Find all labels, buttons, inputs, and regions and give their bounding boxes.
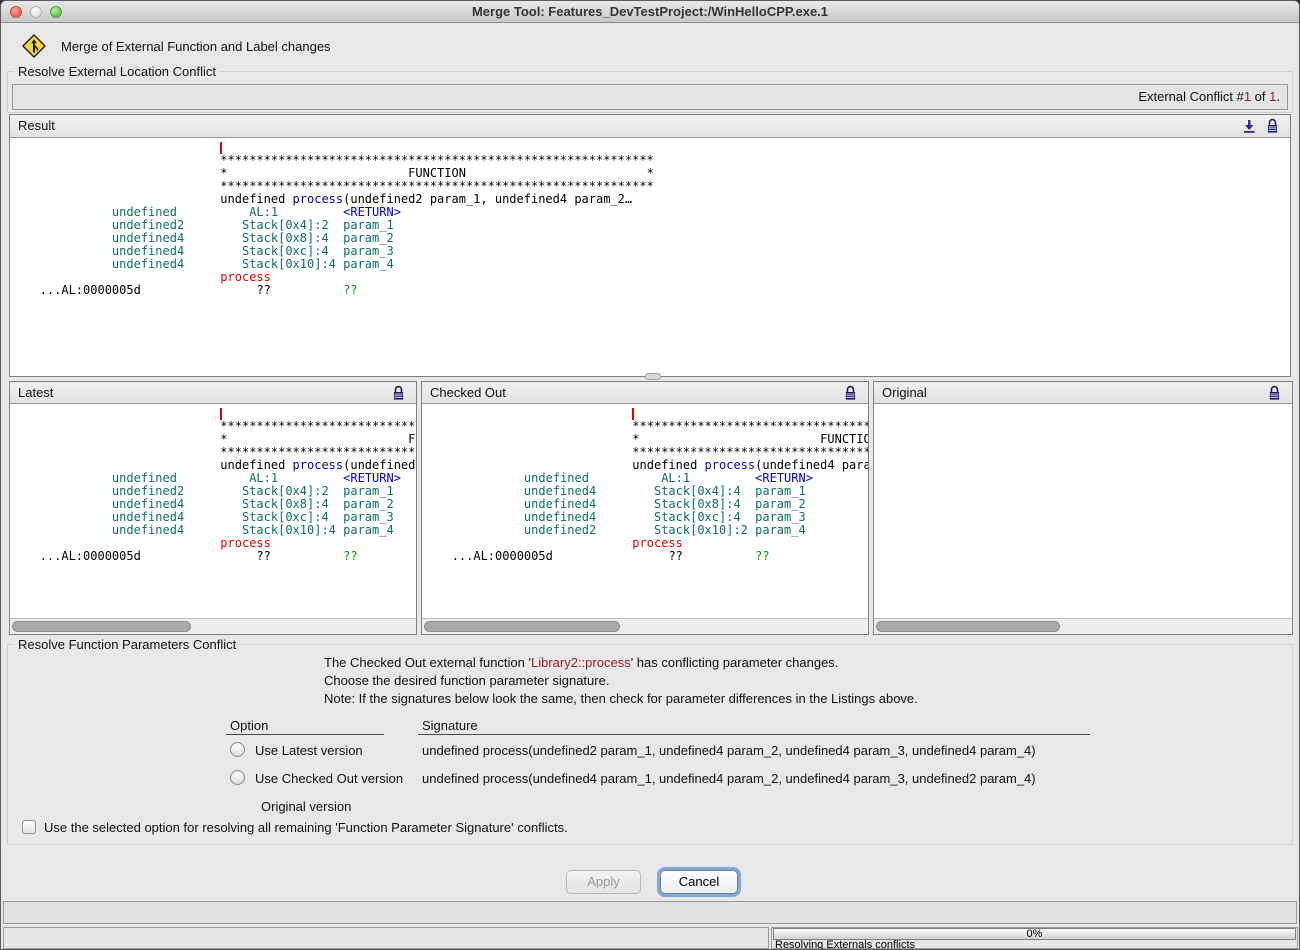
- result-panel: Result: [9, 114, 1291, 377]
- horizontal-scrollbar[interactable]: [874, 618, 1292, 634]
- scrollbar-thumb[interactable]: [424, 621, 620, 632]
- scrollbar-thumb[interactable]: [876, 621, 1060, 632]
- panel-title: Checked Out: [430, 385, 506, 400]
- conflict-counter: External Conflict #1 of 1.: [12, 84, 1288, 110]
- progress-task-label: Resolving Externals conflicts: [775, 940, 915, 950]
- listing-checked-out[interactable]: ****************************************…: [422, 404, 868, 618]
- close-button[interactable]: [10, 6, 22, 18]
- counter-text: External Conflict #: [1138, 89, 1244, 104]
- latest-panel: Latest *********************************…: [9, 381, 417, 635]
- signature-header-underline: [418, 734, 1090, 735]
- listing-original[interactable]: [874, 404, 1292, 618]
- radio-use-checked-out-version[interactable]: [230, 770, 245, 785]
- conflict-info-line-2: Choose the desired function parameter si…: [324, 673, 609, 688]
- listing-result[interactable]: ****************************************…: [10, 138, 1290, 376]
- counter-mid: of: [1251, 89, 1269, 104]
- original-panel: Original: [873, 381, 1293, 635]
- option-signature: undefined process(undefined4 param_1, un…: [422, 771, 1036, 786]
- panel-title: Latest: [18, 385, 53, 400]
- panel-title: Result: [18, 118, 55, 133]
- option-header-underline: [226, 734, 384, 735]
- window-controls: [10, 6, 62, 18]
- conflict-info-line-1: The Checked Out external function 'Libra…: [324, 655, 838, 670]
- titlebar[interactable]: Merge Tool: Features_DevTestProject:/Win…: [1, 1, 1299, 23]
- checked-out-panel: Checked Out ****************************…: [421, 381, 869, 635]
- option-row: Use Latest version undefined process(unde…: [8, 741, 1292, 761]
- window-title: Merge Tool: Features_DevTestProject:/Win…: [1, 1, 1299, 23]
- group-title: Resolve Function Parameters Conflict: [14, 637, 240, 652]
- panel-title: Original: [882, 385, 927, 400]
- option-signature: undefined process(undefined2 param_1, un…: [422, 743, 1036, 758]
- use-for-all-checkbox[interactable]: [22, 820, 36, 834]
- horizontal-scrollbar[interactable]: [10, 618, 416, 634]
- info-text: ' has conflicting parameter changes.: [631, 655, 839, 670]
- group-title: Resolve External Location Conflict: [14, 64, 220, 79]
- splitter-handle[interactable]: [645, 373, 661, 380]
- use-for-all-label: Use the selected option for resolving al…: [44, 820, 568, 835]
- phase-label: Merge of External Function and Label cha…: [61, 39, 331, 54]
- conflicting-function-name: Library2::process: [531, 655, 631, 670]
- merge-phase-header: Merge of External Function and Label cha…: [21, 33, 331, 59]
- status-area: [3, 927, 769, 949]
- resolve-external-location-group: Resolve External Location Conflict Exter…: [7, 71, 1293, 113]
- conflict-info-line-3: Note: If the signatures below look the s…: [324, 691, 918, 706]
- merge-tool-window: Merge Tool: Features_DevTestProject:/Win…: [0, 0, 1300, 950]
- counter-post: .: [1276, 89, 1280, 104]
- counter-current: 1: [1244, 89, 1251, 104]
- scroll-to-conflict-icon[interactable]: [1241, 118, 1257, 134]
- resolve-function-parameters-group: Resolve Function Parameters Conflict The…: [7, 644, 1293, 845]
- horizontal-scrollbar[interactable]: [422, 618, 868, 634]
- cancel-button[interactable]: Cancel: [660, 870, 738, 894]
- option-label[interactable]: Use Checked Out version: [255, 771, 403, 786]
- option-row: Original version: [8, 797, 1292, 817]
- option-row: Use Checked Out version undefined process…: [8, 769, 1292, 789]
- message-bar: [3, 901, 1297, 924]
- option-column-header: Option: [230, 718, 268, 733]
- option-label[interactable]: Use Latest version: [255, 743, 363, 758]
- lock-icon[interactable]: [843, 385, 859, 401]
- info-text: The Checked Out external function ': [324, 655, 531, 670]
- progress-area: 0% Resolving Externals conflicts: [771, 927, 1298, 949]
- latest-panel-header: Latest: [10, 382, 416, 404]
- checked-out-panel-header: Checked Out: [422, 382, 868, 404]
- minimize-button[interactable]: [30, 6, 42, 18]
- listing-latest[interactable]: ****************************************…: [10, 404, 416, 618]
- lock-icon[interactable]: [1265, 118, 1281, 134]
- radio-use-latest-version[interactable]: [230, 742, 245, 757]
- original-panel-header: Original: [874, 382, 1292, 404]
- apply-button[interactable]: Apply: [566, 870, 641, 894]
- lock-icon[interactable]: [391, 385, 407, 401]
- lock-icon[interactable]: [1267, 385, 1283, 401]
- scrollbar-thumb[interactable]: [12, 621, 191, 632]
- merge-sign-icon: [21, 33, 47, 59]
- result-panel-header: Result: [10, 115, 1290, 138]
- zoom-button[interactable]: [50, 6, 62, 18]
- option-label: Original version: [261, 799, 351, 814]
- signature-column-header: Signature: [422, 718, 478, 733]
